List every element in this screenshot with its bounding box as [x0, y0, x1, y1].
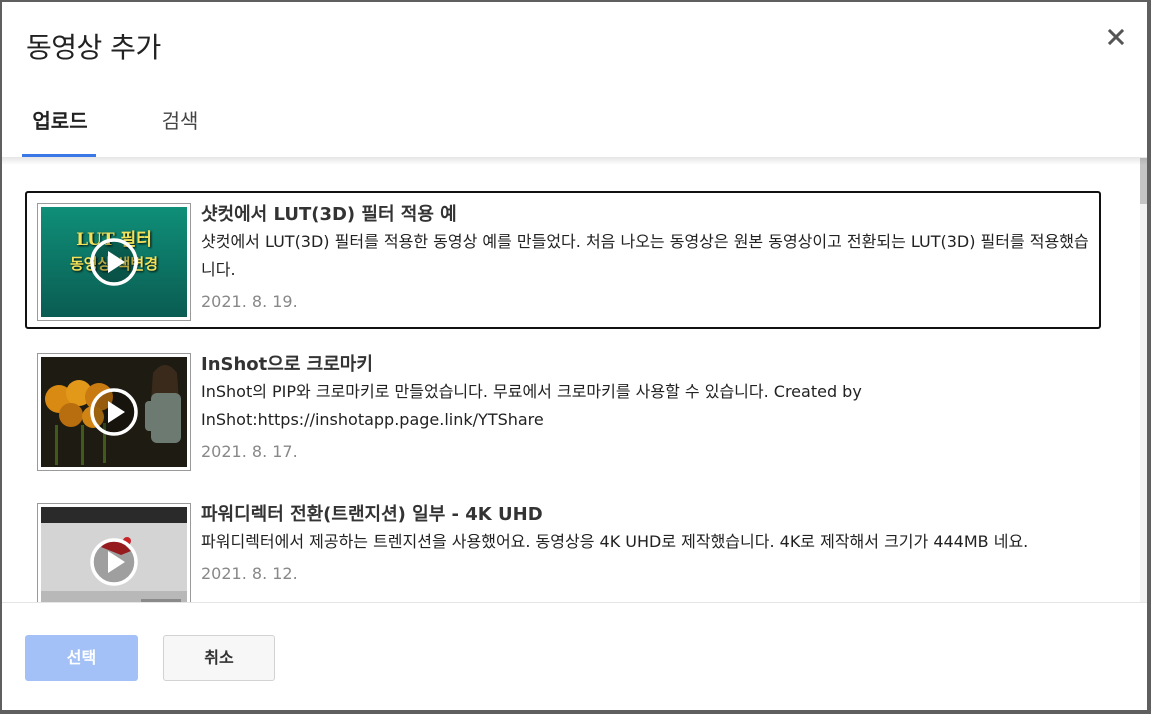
- play-icon: [90, 238, 138, 286]
- cancel-button[interactable]: 취소: [163, 635, 275, 681]
- tab-bar: 업로드 검색: [2, 94, 1147, 158]
- video-date: 2021. 8. 17.: [201, 442, 298, 461]
- select-button[interactable]: 선택: [25, 635, 138, 681]
- video-item[interactable]: InShot으로 크로마키 InShot의 PIP와 크로마키로 만들었습니다.…: [25, 341, 1101, 479]
- dialog-title: 동영상 추가: [26, 31, 161, 64]
- close-button[interactable]: [1105, 26, 1127, 48]
- video-thumbnail: LUT 필터 동영상 색변경: [37, 203, 191, 321]
- play-icon: [90, 388, 138, 436]
- video-description: 파워디렉터에서 제공하는 트렌지션을 사용했어요. 동영상응 4K UHD로 제…: [201, 532, 1029, 551]
- video-list: LUT 필터 동영상 색변경 샷컷에서 LUT(3D) 필터 적용 예 샷컷에서…: [2, 158, 1147, 603]
- scrollbar-thumb[interactable]: [1140, 158, 1147, 204]
- video-description: InShot의 PIP와 크로마키로 만들었습니다. 무료에서 크로마키를 사용…: [201, 382, 862, 429]
- add-video-dialog: 동영상 추가 업로드 검색 LUT 필터 샷컷에서 LUT(3D) 필터 적용 …: [2, 2, 1147, 710]
- video-date: 2021. 8. 19.: [201, 292, 298, 311]
- video-title: 파워디렉터 전환(트랜지션) 일부 - 4K UHD: [201, 504, 543, 525]
- tab-search[interactable]: 검색: [142, 94, 218, 156]
- video-description: 샷컷에서 LUT(3D) 필터를 적용한 동영상 예를 만들었다. 처음 나오는…: [201, 232, 1089, 279]
- list-scrollbar[interactable]: [1140, 158, 1147, 603]
- close-icon: [1107, 28, 1125, 46]
- video-item[interactable]: LUT 필터 동영상 색변경 샷컷에서 LUT(3D) 필터 적용 예 샷컷에서…: [25, 191, 1101, 329]
- video-title: InShot으로 크로마키: [201, 354, 373, 375]
- video-date: 2021. 8. 12.: [201, 564, 298, 583]
- video-thumbnail: [37, 503, 191, 603]
- video-item[interactable]: 파워디렉터 전환(트랜지션) 일부 - 4K UHD 파워디렉터에서 제공하는 …: [25, 491, 1101, 603]
- play-icon: [90, 538, 138, 586]
- tab-upload[interactable]: 업로드: [22, 94, 98, 156]
- active-tab-indicator: [22, 154, 96, 157]
- dialog-footer: 선택 취소: [2, 602, 1147, 710]
- video-thumbnail: [37, 353, 191, 471]
- video-title: 샷컷에서 LUT(3D) 필터 적용 예: [201, 204, 457, 225]
